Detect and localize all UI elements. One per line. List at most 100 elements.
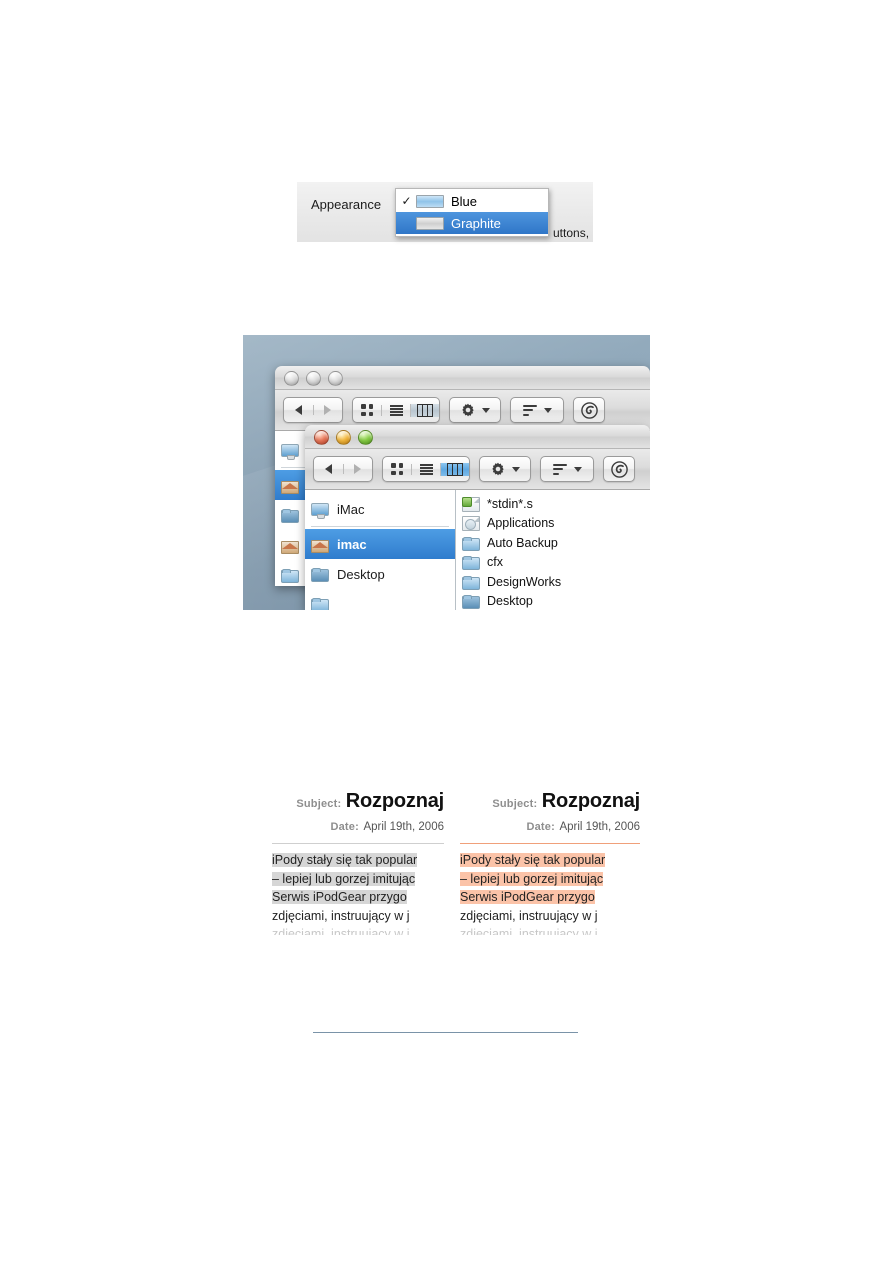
mail-snippet-orange: Subject: Rozpoznaj Date: April 19th, 200… (460, 790, 640, 935)
spiral-icon (610, 460, 628, 478)
list-item[interactable]: DesignWorks (462, 572, 650, 592)
appearance-dropdown-menu[interactable]: ✓ Blue Graphite (395, 188, 549, 237)
forward-button-back[interactable] (314, 405, 343, 415)
list-item[interactable]: Applications (462, 514, 650, 534)
filelist-front[interactable]: *stdin*.s Applications Auto Backup cfx D… (456, 490, 650, 610)
nav-buttons-front[interactable] (313, 456, 373, 482)
list-view-icon (419, 463, 433, 475)
forward-button[interactable] (344, 464, 373, 474)
forward-arrow-icon (324, 405, 332, 415)
mail-body-right: iPody stały się tak popular – lepiej lub… (460, 851, 640, 935)
mail-body-line-cutoff: zdjęciami, instruujący w j (460, 927, 598, 935)
view-switcher-back[interactable] (352, 397, 440, 423)
mail-header-rule-right (460, 843, 640, 844)
action-menu-front[interactable] (479, 456, 531, 482)
column-view-icon (417, 403, 433, 417)
mail-subject-key: Subject: (296, 798, 342, 810)
mail-body-line-cutoff: zdjęciami, instruujący w j (272, 927, 410, 935)
appearance-row-label: Appearance (311, 197, 382, 212)
display-icon (311, 503, 329, 519)
mail-date-key: Date: (526, 821, 555, 833)
chevron-down-icon (481, 407, 490, 413)
menu-item-graphite-label: Graphite (451, 215, 501, 231)
folder-icon (462, 556, 480, 571)
display-icon (281, 444, 299, 460)
close-button[interactable] (314, 430, 329, 445)
view-switcher-front[interactable] (382, 456, 470, 482)
mail-subject-line-left: Subject: Rozpoznaj (272, 790, 444, 813)
finder-body-front: iMac imac Desktop *stdin*.s Applications… (305, 490, 650, 610)
list-item[interactable]: Auto Backup (462, 533, 650, 553)
list-view-button[interactable] (411, 463, 440, 475)
folder-icon (311, 598, 329, 610)
checkmark-icon: ✓ (401, 194, 412, 208)
icon-view-button-back[interactable] (353, 404, 381, 416)
folder-icon (311, 568, 329, 582)
desktop-folder-icon (462, 595, 480, 610)
minimize-button-graphite[interactable] (306, 371, 321, 386)
mail-body-line: Serwis iPodGear przygo (460, 890, 595, 904)
menu-item-graphite[interactable]: Graphite (396, 212, 548, 234)
zoom-button-graphite[interactable] (328, 371, 343, 386)
chevron-down-icon (573, 466, 582, 472)
column-view-button-back[interactable] (410, 403, 439, 417)
list-item-label: *stdin*.s (487, 496, 533, 511)
mail-body-line: – lepiej lub gorzej imitując (460, 871, 604, 886)
sidebar-front[interactable]: iMac imac Desktop (305, 490, 456, 610)
arrange-menu-back[interactable] (510, 397, 564, 423)
list-item[interactable]: Desktop (462, 592, 650, 611)
applications-icon (281, 540, 299, 554)
mail-body-line: zdjęciami, instruujący w j (272, 908, 410, 923)
quicklook-button-front[interactable] (603, 456, 635, 482)
toolbar-front[interactable] (305, 449, 650, 490)
gear-icon (461, 403, 475, 417)
graphite-swatch-icon (416, 216, 444, 230)
sidebar-item-desktop[interactable]: Desktop (305, 559, 455, 589)
arrange-menu-front[interactable] (540, 456, 594, 482)
gear-icon (491, 462, 505, 476)
mail-body-line: iPody stały się tak popular (272, 853, 418, 867)
sidebar-item-label: iMac (337, 501, 365, 517)
mail-date-line-left: Date: April 19th, 2006 (272, 817, 444, 835)
mail-subject-value: Rozpoznaj (541, 790, 640, 812)
list-item[interactable]: *stdin*.s (462, 494, 650, 514)
mail-body-line: – lepiej lub gorzej imitując (272, 871, 416, 886)
icon-view-button[interactable] (383, 463, 411, 475)
back-arrow-icon (324, 464, 332, 474)
column-view-button[interactable] (440, 462, 469, 476)
nav-buttons-back[interactable] (283, 397, 343, 423)
minimize-button[interactable] (336, 430, 351, 445)
list-view-button-back[interactable] (381, 404, 410, 416)
finder-windows-figure: iMac imac Desktop *stdin*.s Applications… (243, 335, 650, 610)
mail-date-line-right: Date: April 19th, 2006 (460, 817, 640, 835)
folder-icon (462, 536, 480, 551)
action-menu-back[interactable] (449, 397, 501, 423)
back-button-back[interactable] (284, 405, 314, 415)
close-button-graphite[interactable] (284, 371, 299, 386)
finder-window-front[interactable]: iMac imac Desktop *stdin*.s Applications… (305, 425, 650, 610)
sidebar-divider (311, 526, 449, 527)
menu-item-blue[interactable]: ✓ Blue (396, 190, 548, 212)
traffic-lights-front[interactable] (314, 430, 373, 445)
list-item[interactable]: cfx (462, 553, 650, 573)
traffic-lights-back[interactable] (284, 371, 343, 386)
quicklook-button-back[interactable] (573, 397, 605, 423)
mail-subject-line-right: Subject: Rozpoznaj (460, 790, 640, 813)
appearance-trailing-text: uttons, (553, 226, 590, 240)
sidebar-item-imac-volume[interactable]: iMac (305, 494, 455, 524)
folder-icon (281, 509, 299, 523)
menu-item-blue-label: Blue (451, 193, 478, 209)
document-icon (462, 496, 480, 512)
zoom-button[interactable] (358, 430, 373, 445)
mail-subject-key: Subject: (492, 798, 538, 810)
titlebar-back[interactable] (275, 366, 650, 390)
list-item-label: Auto Backup (487, 535, 558, 550)
list-item-label: Applications (487, 516, 555, 531)
sidebar-item-partial[interactable] (305, 589, 455, 610)
column-view-icon (447, 462, 463, 476)
back-button[interactable] (314, 464, 344, 474)
sidebar-item-imac-home[interactable]: imac (305, 529, 455, 559)
back-arrow-icon (294, 405, 302, 415)
mail-date-value: April 19th, 2006 (559, 821, 640, 833)
titlebar-front[interactable] (305, 425, 650, 449)
